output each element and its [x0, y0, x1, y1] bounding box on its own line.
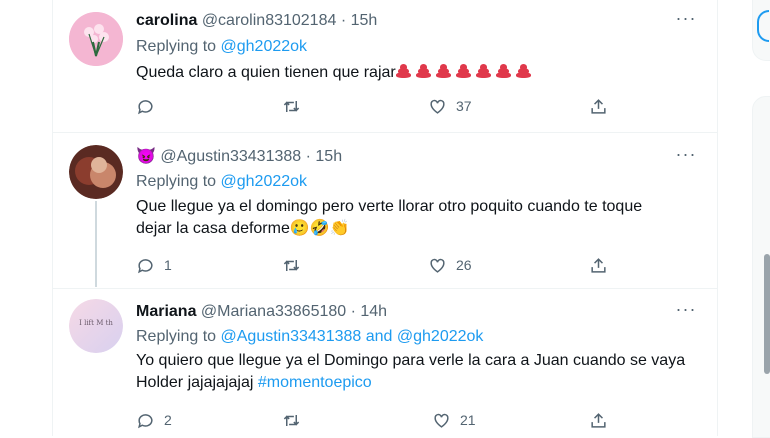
reply-icon [138, 258, 153, 273]
timestamp[interactable]: · 14h [351, 303, 387, 320]
timestamp[interactable]: · 15h [341, 12, 377, 29]
more-icon[interactable]: ··· [675, 300, 697, 324]
display-name[interactable]: 😈 [136, 148, 156, 165]
poop-emoji [415, 64, 431, 78]
thread-line [95, 201, 97, 287]
tweet-text: Que llegue ya el domingo pero verte llor… [136, 196, 696, 240]
display-name[interactable]: Mariana [136, 303, 196, 320]
reply-count: 1 [164, 257, 172, 273]
tweet-actions: 1 26 [136, 255, 606, 275]
clap-emoji: 👏 [329, 220, 350, 237]
smile-tear-emoji: 🥲 [289, 220, 310, 237]
retweet-icon [283, 259, 300, 271]
like-count: 37 [456, 98, 472, 114]
share-icon [591, 98, 606, 114]
retweet-icon [283, 100, 300, 112]
retweet-button[interactable] [282, 255, 310, 275]
reply-button[interactable] [136, 96, 164, 116]
like-count: 21 [460, 412, 476, 428]
hashtag-link[interactable]: #momentoepico [258, 374, 372, 391]
mention-link[interactable]: @gh2022ok [221, 173, 308, 190]
like-button[interactable]: 26 [428, 255, 472, 275]
reply-icon [138, 99, 153, 114]
replying-to-label: Replying to [136, 328, 217, 345]
avatar-image [69, 145, 123, 199]
poop-emoji [515, 64, 531, 78]
more-icon[interactable]: ··· [675, 9, 697, 33]
tweet-text-body: Queda claro a quien tienen que rajar [136, 64, 396, 81]
avatar[interactable] [69, 12, 123, 66]
share-icon [591, 412, 606, 428]
reply-count: 2 [164, 412, 172, 428]
tweet-text-line: Yo quiero que llegue ya el Domingo para … [136, 352, 686, 369]
display-name[interactable]: carolina [136, 12, 197, 29]
replying-to: Replying to @Agustin33431388 and @gh2022… [136, 326, 483, 348]
replying-to-label: Replying to [136, 38, 217, 55]
tweet-header: 😈 @Agustin33431388 · 15h [136, 146, 342, 168]
tweet-text-line: dejar la casa deforme🥲🤣👏 [136, 218, 696, 240]
poop-emoji-group [395, 64, 536, 81]
share-button[interactable] [589, 96, 608, 116]
like-count: 26 [456, 257, 472, 273]
share-button[interactable] [589, 255, 608, 275]
like-icon [434, 413, 449, 428]
handle[interactable]: @Agustin33431388 [160, 148, 301, 165]
avatar-image [69, 12, 123, 66]
avatar-text: I lift M th [79, 319, 113, 327]
handle[interactable]: @Mariana33865180 [201, 303, 346, 320]
poop-emoji [435, 64, 451, 78]
poop-emoji [455, 64, 471, 78]
scrollbar-thumb[interactable] [764, 254, 770, 374]
reply-icon [138, 413, 153, 428]
tweet-header: Mariana @Mariana33865180 · 14h [136, 301, 387, 323]
replying-to: Replying to @gh2022ok [136, 171, 307, 193]
more-icon[interactable]: ··· [675, 145, 697, 169]
rofl-emoji: 🤣 [309, 220, 330, 237]
replying-to-label: Replying to [136, 173, 217, 190]
tweet-text: Queda claro a quien tienen que rajar [136, 62, 696, 84]
reply-button[interactable]: 2 [136, 410, 172, 430]
timestamp[interactable]: · 15h [306, 148, 342, 165]
reply-button[interactable]: 1 [136, 255, 172, 275]
poop-emoji [475, 64, 491, 78]
tweet[interactable]: 😈 @Agustin33431388 · 15h ··· Replying to… [53, 133, 717, 289]
tweet[interactable]: carolina @carolin83102184 · 15h ··· Repl… [53, 0, 717, 133]
share-button[interactable] [589, 410, 608, 430]
retweet-icon [283, 414, 300, 426]
tweet-actions: 2 21 [136, 410, 606, 430]
retweet-button[interactable] [282, 96, 310, 116]
tweet-text-body: dejar la casa deforme [136, 220, 290, 237]
retweet-button[interactable] [282, 410, 310, 430]
like-button[interactable]: 37 [428, 96, 472, 116]
like-button[interactable]: 21 [432, 410, 476, 430]
tweet-actions: 37 [136, 96, 606, 116]
poop-emoji [395, 64, 411, 78]
mention-link[interactable]: @gh2022ok [221, 38, 308, 55]
like-icon [430, 99, 445, 114]
share-icon [591, 257, 606, 273]
avatar[interactable] [69, 145, 123, 199]
replying-to: Replying to @gh2022ok [136, 36, 307, 58]
mention-link[interactable]: @Agustin33431388 and @gh2022ok [221, 328, 484, 345]
tweet-text-body: Holder jajajajajaj [136, 374, 254, 391]
poop-emoji [495, 64, 511, 78]
search-box-edge [757, 10, 769, 42]
avatar[interactable]: I lift M th [69, 299, 123, 353]
tweet-text-line: Que llegue ya el domingo pero verte llor… [136, 198, 643, 215]
tweet-header: carolina @carolin83102184 · 15h [136, 10, 377, 32]
handle[interactable]: @carolin83102184 [202, 12, 337, 29]
timeline: carolina @carolin83102184 · 15h ··· Repl… [52, 0, 718, 436]
like-icon [430, 258, 445, 273]
tweet[interactable]: I lift M th Mariana @Mariana33865180 · 1… [53, 289, 717, 436]
tweet-text-line: Holder jajajajajaj #momentoepico [136, 372, 696, 394]
sidebar-search-fragment[interactable] [752, 0, 770, 61]
tweet-text: Yo quiero que llegue ya el Domingo para … [136, 350, 696, 394]
